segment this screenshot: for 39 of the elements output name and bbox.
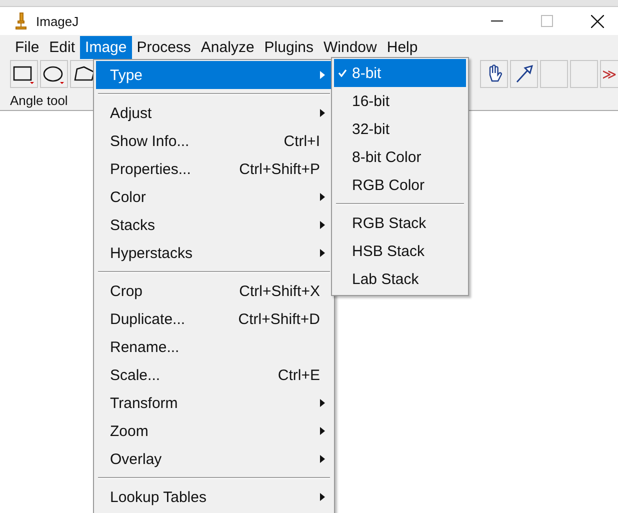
menu-item[interactable]: Zoom xyxy=(96,417,332,445)
menu-item[interactable]: RGB Color xyxy=(334,171,466,199)
menu-item[interactable]: Transform xyxy=(96,389,332,417)
menu-item[interactable]: 16-bit xyxy=(334,87,466,115)
menu-bar-item[interactable]: Analyze xyxy=(196,36,260,58)
menu-item[interactable]: 8-bit xyxy=(334,59,466,87)
menu-item[interactable]: Rename... xyxy=(96,333,332,361)
menu-bar-item[interactable]: Process xyxy=(132,36,196,58)
more-tools-button[interactable]: ≫ xyxy=(600,60,618,88)
menu-item[interactable]: Lab Stack xyxy=(334,265,466,293)
menu-bar-item[interactable]: Window xyxy=(318,36,382,58)
menu-item[interactable]: Hyperstacks xyxy=(96,239,332,267)
menu-item[interactable]: RGB Stack xyxy=(334,209,466,237)
menu-item[interactable]: Stacks xyxy=(96,211,332,239)
oval-tool-button[interactable] xyxy=(40,60,68,88)
rectangle-tool-button[interactable] xyxy=(10,60,38,88)
menu-item[interactable]: Crop Ctrl+Shift+X xyxy=(96,277,332,305)
menu-bar-item[interactable]: Edit xyxy=(44,36,80,58)
menu-item[interactable]: Overlay xyxy=(96,445,332,473)
menu-bar-item[interactable]: Image xyxy=(80,36,132,58)
menu-bar-item[interactable]: Plugins xyxy=(259,36,318,58)
menu-item[interactable]: Duplicate... Ctrl+Shift+D xyxy=(96,305,332,333)
menu-item[interactable]: 8-bit Color xyxy=(334,143,466,171)
menu-item[interactable]: Adjust xyxy=(96,99,332,127)
menu-item[interactable]: Show Info... Ctrl+I xyxy=(96,127,332,155)
close-icon[interactable] xyxy=(591,14,604,28)
status-text: Angle tool xyxy=(10,92,68,108)
menu-item[interactable]: 32-bit xyxy=(334,115,466,143)
menu-item[interactable]: Properties... Ctrl+Shift+P xyxy=(96,155,332,183)
menu-item[interactable]: Scale... Ctrl+E xyxy=(96,361,332,389)
hand-tool-button[interactable] xyxy=(480,60,508,88)
window-title: ImageJ xyxy=(36,14,79,28)
menu-item[interactable]: Color xyxy=(96,183,332,211)
menu-bar-item[interactable]: File xyxy=(10,36,44,58)
menu-item[interactable]: Lookup Tables xyxy=(96,483,332,511)
microscope-icon xyxy=(14,12,28,30)
menu-bar-item[interactable]: Help xyxy=(382,36,423,58)
menu-item[interactable]: Type xyxy=(96,61,332,89)
menu-item[interactable]: HSB Stack xyxy=(334,237,466,265)
